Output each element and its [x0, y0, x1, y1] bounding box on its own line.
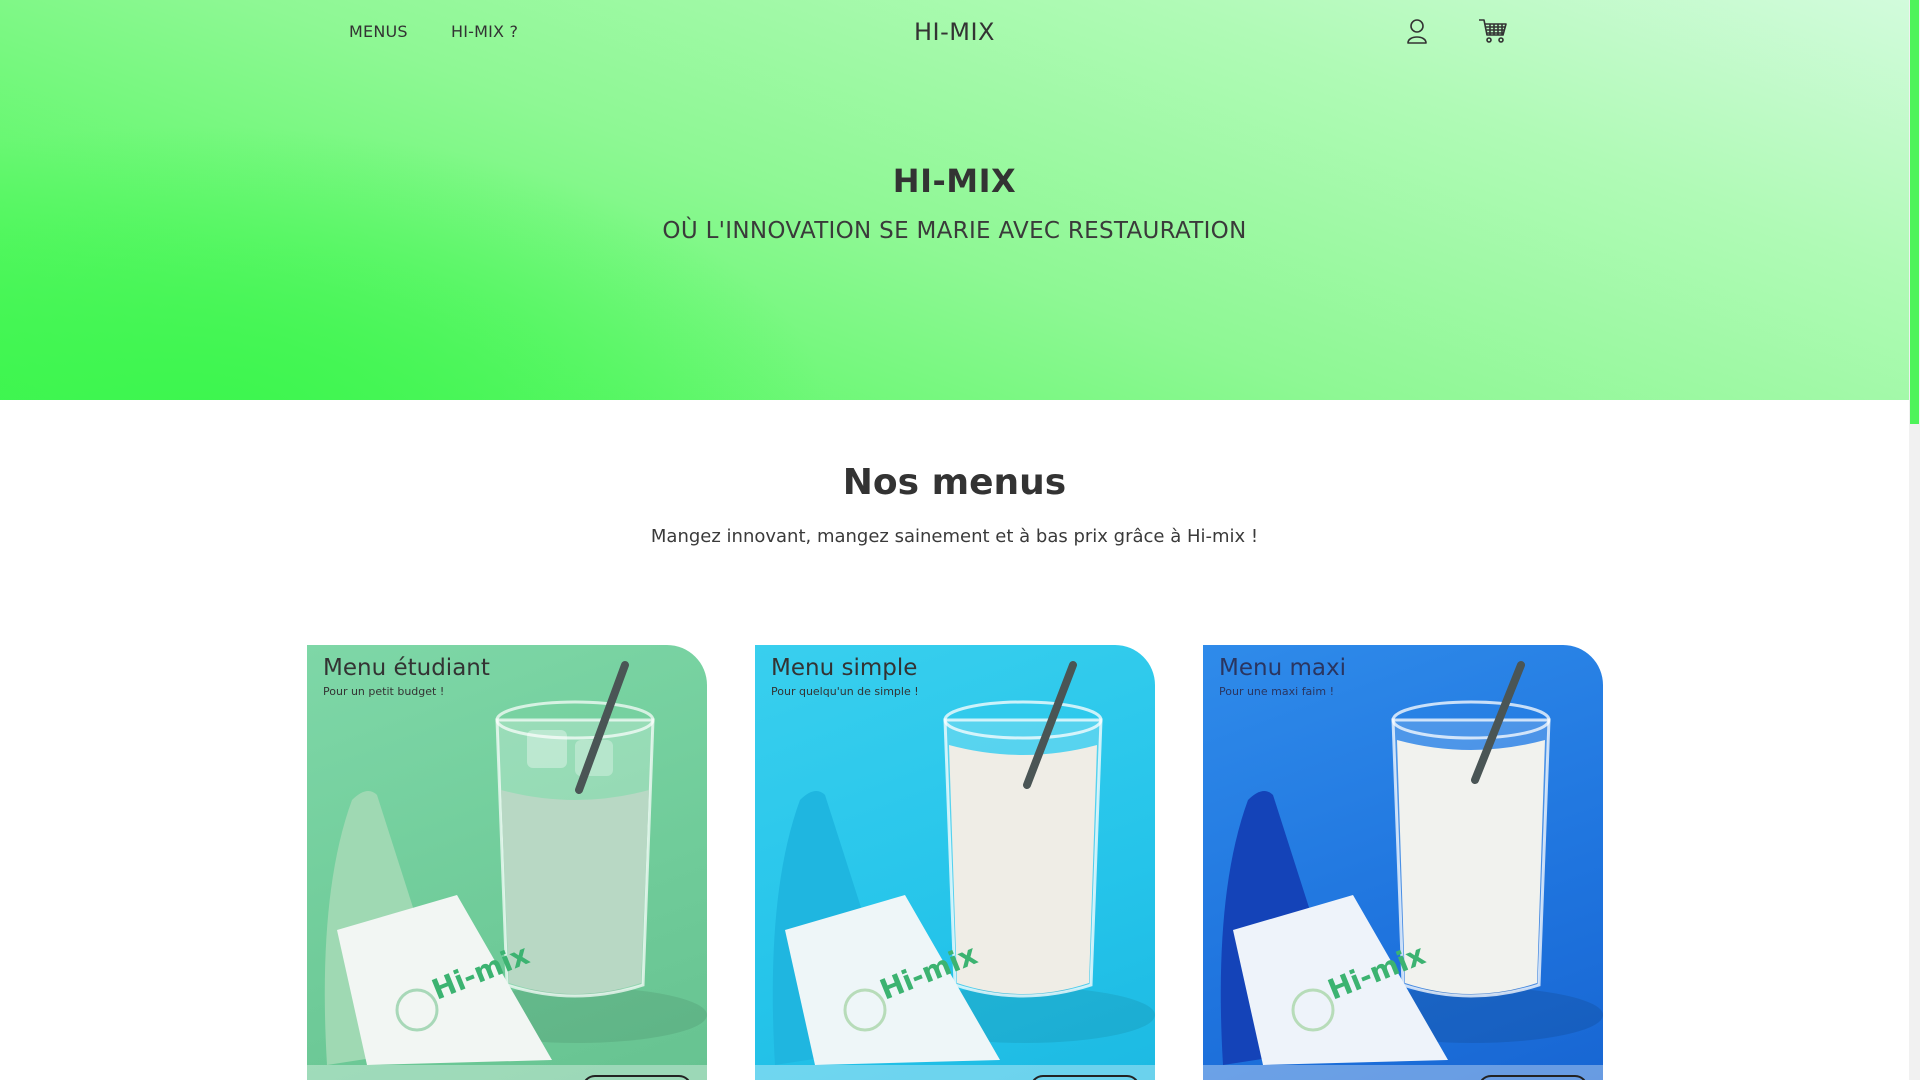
brand-logo[interactable]: HI-MIX	[0, 18, 1909, 46]
smoothie-product-image: Hi-mix	[1220, 661, 1603, 1065]
card-title: Menu maxi	[1219, 655, 1346, 681]
card-order-button[interactable]	[1030, 1075, 1140, 1080]
hero-title: HI-MIX	[892, 162, 1017, 200]
menus-section-subtitle: Mangez innovant, mangez sainement et à b…	[650, 526, 1259, 547]
card-title: Menu simple	[771, 655, 918, 681]
user-icon[interactable]	[1402, 16, 1432, 46]
card-title: Menu étudiant	[323, 655, 490, 681]
scrollbar-thumb[interactable]	[1910, 0, 1919, 424]
menu-card-etudiant[interactable]: Hi-mix Menu étudiant Pour un petit budge…	[307, 645, 707, 1080]
smoothie-product-image: Hi-mix	[324, 661, 707, 1065]
menus-section-title: Nos menus	[842, 462, 1067, 503]
smoothie-product-image: Hi-mix	[772, 661, 1155, 1065]
card-subtitle: Pour une maxi faim !	[1219, 685, 1334, 698]
hero-banner: MENUS HI-MIX ? HI-MIX HI-MIX OÙ L'INNOVA…	[0, 0, 1909, 400]
card-order-button[interactable]	[582, 1075, 692, 1080]
hero-subtitle: OÙ L'INNOVATION SE MARIE AVEC RESTAURATI…	[662, 218, 1247, 244]
menu-card-simple[interactable]: Hi-mix Menu simple Pour quelqu'un de sim…	[755, 645, 1155, 1080]
page-scrollbar[interactable]	[1909, 0, 1920, 1080]
menu-card-maxi[interactable]: Hi-mix Menu maxi Pour une maxi faim !	[1203, 645, 1603, 1080]
cart-icon[interactable]	[1478, 16, 1508, 46]
top-nav: MENUS HI-MIX ? HI-MIX	[0, 0, 1909, 64]
card-subtitle: Pour un petit budget !	[323, 685, 445, 698]
card-subtitle: Pour quelqu'un de simple !	[771, 685, 919, 698]
card-order-button[interactable]	[1478, 1075, 1588, 1080]
